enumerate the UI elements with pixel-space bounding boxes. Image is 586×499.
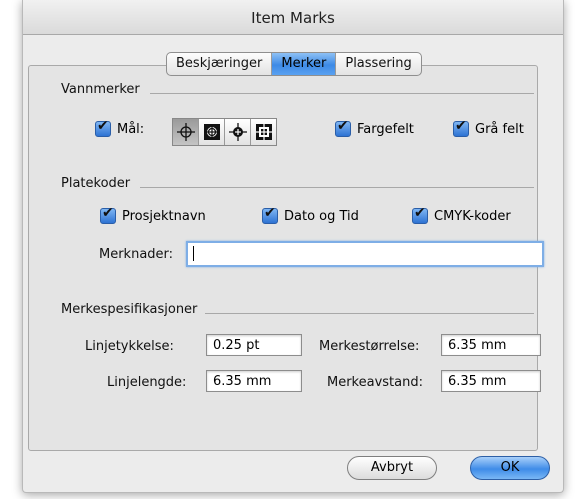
section-divider [140,187,534,188]
target-style-1-button[interactable] [173,119,199,145]
text-cursor [193,246,194,261]
target-style-2-button[interactable] [199,119,225,145]
target-style-2-icon [203,124,220,140]
mark-distance-input[interactable]: 6.35 mm [441,370,541,392]
checkbox-checked-icon [100,205,116,224]
section-title-plate-codes: Platekoder [61,176,131,191]
cancel-button[interactable]: Avbryt [347,456,437,480]
dialog-title: Item Marks [251,9,335,27]
checkbox-checked-icon [262,205,278,224]
target-style-4-button[interactable] [251,119,276,145]
tab-merker[interactable]: Merker [272,53,337,75]
color-bars-label: Fargefelt [357,121,414,137]
color-bars-checkbox[interactable]: Fargefelt [335,118,414,137]
section-title-watermarks: Vannmerker [61,82,140,97]
project-name-label: Prosjektnavn [122,208,206,224]
target-style-4-icon [255,124,272,140]
ok-button[interactable]: OK [470,456,550,480]
target-style-3-button[interactable] [225,119,251,145]
gray-bars-label: Grå felt [475,121,524,137]
tab-plassering[interactable]: Plassering [336,53,420,75]
date-time-checkbox[interactable]: Dato og Tid [262,205,359,224]
checkbox-checked-icon [453,118,469,137]
line-length-label: Linjelengde: [107,375,187,390]
section-title-mark-specs: Merkespesifikasjoner [61,302,198,317]
line-thickness-input[interactable]: 0.25 pt [206,334,302,356]
cmyk-codes-label: CMYK-koder [434,208,511,224]
target-style-1-icon [176,123,195,141]
line-thickness-label: Linjetykkelse: [85,339,174,354]
project-name-checkbox[interactable]: Prosjektnavn [100,205,206,224]
mark-size-input[interactable]: 6.35 mm [441,334,541,356]
notes-label: Merknader: [99,247,174,262]
section-divider [150,93,534,94]
checkbox-checked-icon [412,205,428,224]
mark-distance-label: Merkeavstand: [327,375,423,390]
section-divider [205,313,534,314]
checkbox-checked-icon [335,118,351,137]
target-style-3-icon [228,123,247,141]
target-style-selector [172,118,277,146]
gray-bars-checkbox[interactable]: Grå felt [453,118,524,137]
mark-size-label: Merkestørrelse: [319,339,420,354]
targets-label: Mål: [117,121,145,137]
date-time-label: Dato og Tid [284,208,359,224]
tab-bar: Beskjæringer Merker Plassering [166,52,422,76]
tab-beskjaeringer[interactable]: Beskjæringer [167,53,273,75]
checkbox-checked-icon [95,118,111,137]
targets-checkbox[interactable]: Mål: [95,118,145,137]
notes-input[interactable] [186,241,544,267]
cmyk-codes-checkbox[interactable]: CMYK-koder [412,205,511,224]
line-length-input[interactable]: 6.35 mm [206,370,302,392]
title-bar: Item Marks [23,0,563,35]
